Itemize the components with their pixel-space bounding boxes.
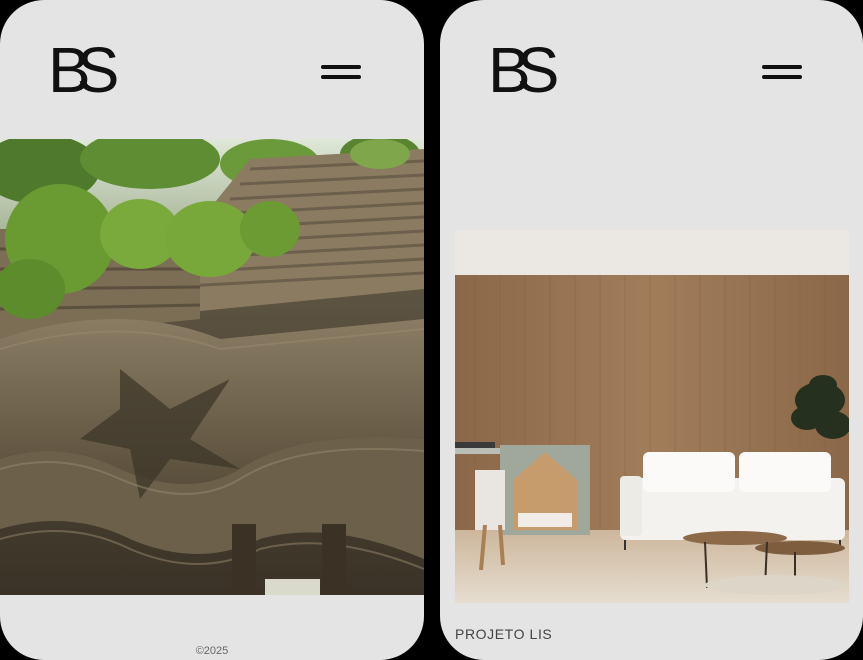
hero-architecture-image[interactable] (0, 139, 424, 595)
hamburger-icon (762, 65, 802, 69)
hamburger-icon (321, 65, 361, 69)
footer-copyright: ©2025 (195, 645, 229, 657)
brand-logo[interactable]: BS (48, 38, 119, 102)
brand-logo[interactable]: BS (488, 38, 559, 102)
phone-screen-left: BS ©2025 (0, 0, 424, 660)
project-image[interactable] (455, 230, 849, 603)
hamburger-menu-button[interactable] (762, 60, 802, 82)
green-building-photo (0, 139, 424, 595)
hamburger-menu-button[interactable] (321, 60, 361, 82)
project-caption[interactable]: PROJETO LIS (455, 626, 552, 642)
living-room-photo (455, 230, 849, 603)
phone-screen-right: BS PROJETO LIS (440, 0, 863, 660)
